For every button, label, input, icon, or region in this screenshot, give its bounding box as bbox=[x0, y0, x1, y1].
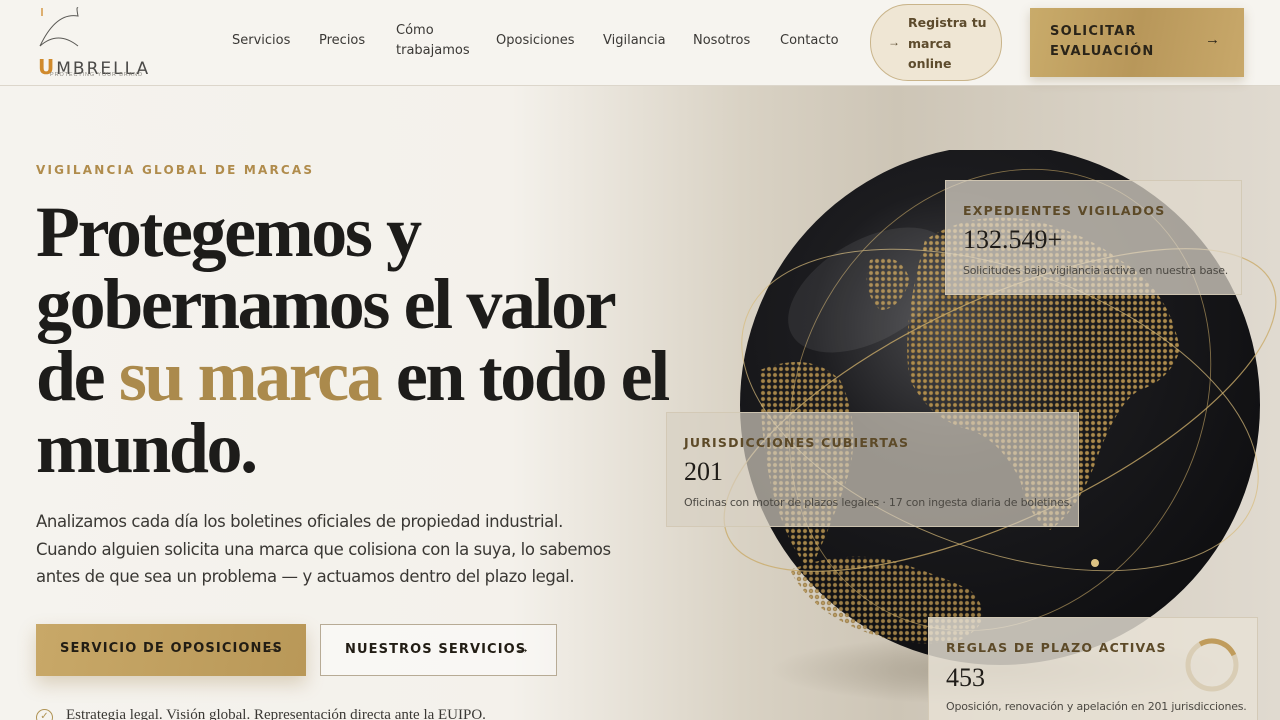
our-services-label: NUESTROS SERVICIOS bbox=[345, 642, 527, 657]
stat-value: 453 bbox=[946, 663, 985, 692]
stat-label: EXPEDIENTES VIGILADOS bbox=[963, 203, 1166, 218]
register-brand-button[interactable]: → Registra tu marca online bbox=[870, 4, 1002, 81]
stat-label: REGLAS DE PLAZO ACTIVAS bbox=[946, 640, 1167, 655]
hero-eyebrow: VIGILANCIA GLOBAL DE MARCAS bbox=[36, 163, 315, 177]
oppositions-service-button[interactable]: SERVICIO DE OPOSICIONES → bbox=[36, 624, 306, 676]
stat-card-expedientes: EXPEDIENTES VIGILADOS 132.549+ Solicitud… bbox=[945, 180, 1242, 295]
nav-nosotros[interactable]: Nosotros bbox=[693, 31, 750, 51]
stat-card-jurisdicciones: JURISDICCIONES CUBIERTAS 201 Oficinas co… bbox=[666, 412, 1079, 527]
nav-vigilancia[interactable]: Vigilancia bbox=[603, 31, 666, 51]
request-evaluation-label-1: SOLICITAR bbox=[1050, 24, 1137, 39]
our-services-button[interactable]: NUESTROS SERVICIOS → bbox=[320, 624, 557, 676]
register-brand-label-2: marca bbox=[908, 35, 952, 51]
request-evaluation-label-2: EVALUACIÓN bbox=[1050, 44, 1155, 59]
headline-line-2: gobernamos el valor bbox=[36, 264, 617, 344]
nav-precios[interactable]: Precios bbox=[319, 31, 365, 51]
register-brand-label-1: Registra tu bbox=[908, 15, 987, 30]
umbrella-icon bbox=[39, 7, 79, 47]
arrow-right-icon: → bbox=[1205, 31, 1220, 48]
arrow-right-icon: → bbox=[515, 640, 530, 657]
register-brand-label-3: online bbox=[908, 56, 952, 71]
nav-contacto[interactable]: Contacto bbox=[780, 31, 839, 51]
headline-line-4: mundo. bbox=[36, 408, 258, 488]
stat-note: Solicitudes bajo vigilancia activa en nu… bbox=[963, 264, 1229, 277]
nav-trabajamos[interactable]: trabajamos bbox=[396, 41, 470, 61]
headline-line-1: Protegemos y bbox=[36, 192, 422, 272]
stat-value: 201 bbox=[684, 457, 723, 486]
arrow-right-icon: → bbox=[888, 35, 900, 49]
stat-note: Oposición, renovación y apelación en 201… bbox=[946, 700, 1247, 713]
nav-oposiciones[interactable]: Oposiciones bbox=[496, 31, 575, 51]
headline-line-3: de su marca en todo el bbox=[36, 340, 676, 412]
headline-highlight: su marca bbox=[118, 336, 383, 416]
logo-tagline: PROTECTING YOUR BRAND bbox=[50, 72, 144, 78]
request-evaluation-button[interactable]: SOLICITAR EVALUACIÓN → bbox=[1030, 8, 1244, 77]
hero-headline: Protegemos y gobernamos el valor de su m… bbox=[36, 196, 676, 484]
hero-description: Analizamos cada día los boletines oficia… bbox=[36, 512, 611, 586]
nav-como[interactable]: Cómo bbox=[396, 21, 434, 41]
stat-note: Oficinas con motor de plazos legales · 1… bbox=[684, 496, 1073, 509]
progress-ring-icon bbox=[1185, 638, 1239, 692]
trust-line-text: Estrategia legal. Visión global. Represe… bbox=[66, 707, 486, 720]
check-circle-icon: ✓ bbox=[36, 709, 53, 720]
nav-servicios[interactable]: Servicios bbox=[232, 31, 290, 51]
stat-value: 132.549+ bbox=[963, 225, 1063, 254]
oppositions-service-label: SERVICIO DE OPOSICIONES bbox=[60, 641, 283, 656]
stat-card-reglas: REGLAS DE PLAZO ACTIVAS 453 Oposición, r… bbox=[928, 617, 1258, 720]
arrow-right-icon: → bbox=[265, 639, 280, 656]
umbrella-logo[interactable]: UMBRELLA PROTECTING YOUR BRAND bbox=[34, 6, 148, 80]
headline-line-3-end: en todo el bbox=[380, 336, 670, 416]
stat-label: JURISDICCIONES CUBIERTAS bbox=[684, 435, 910, 450]
headline-line-3-start: de bbox=[36, 336, 119, 416]
site-header: UMBRELLA PROTECTING YOUR BRAND Servicios… bbox=[0, 0, 1280, 86]
